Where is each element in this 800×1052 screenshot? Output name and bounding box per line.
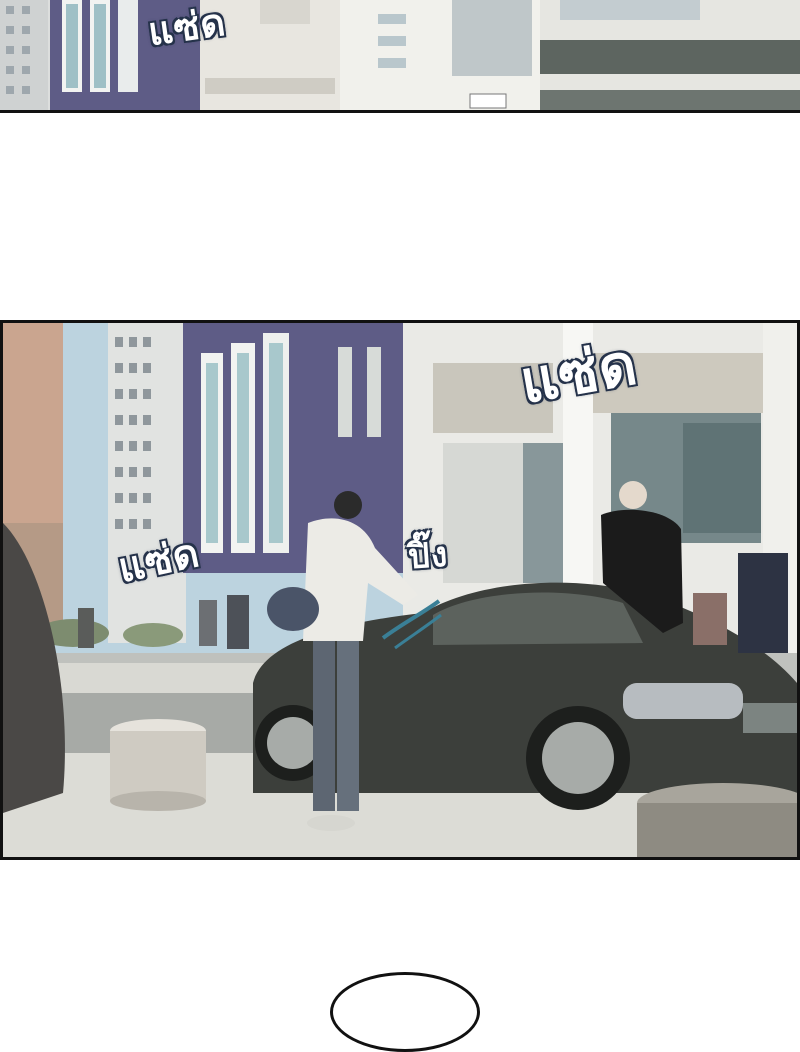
speech-bubble-partial: [330, 972, 480, 1052]
street-scene-illustration: [3, 323, 797, 857]
street-scene-panel: [0, 320, 800, 860]
top-city-panel: [0, 0, 800, 113]
sound-effect-top: แซ่ด: [145, 0, 229, 55]
sound-effect-car-beep: ปิ๊ง: [406, 534, 450, 578]
top-city-illustration: [0, 0, 800, 110]
